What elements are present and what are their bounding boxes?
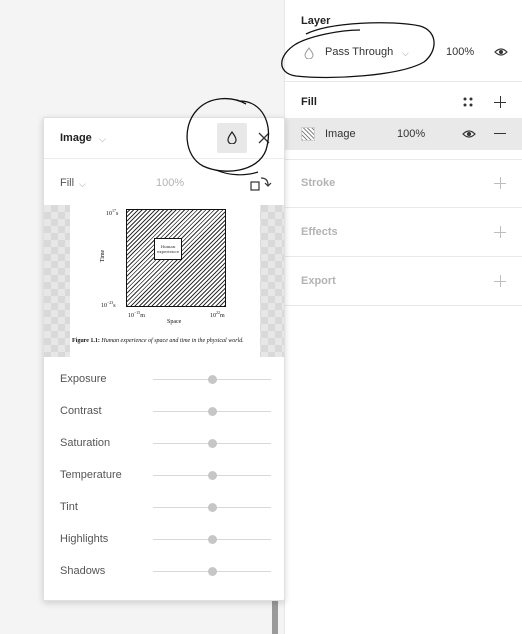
image-type-label: Image — [60, 132, 92, 144]
preview-caption: Figure 1.1: Human experience of space an… — [72, 338, 244, 344]
chevron-down-icon: ⌵ — [99, 134, 106, 144]
divider — [285, 207, 522, 208]
adjustment-label: Highlights — [60, 533, 109, 545]
fill-mode-label: Fill — [60, 177, 75, 189]
adjustment-label: Temperature — [60, 469, 122, 481]
add-fill-plus-icon[interactable] — [494, 96, 506, 108]
adjustment-label: Saturation — [60, 437, 111, 449]
blend-mode-value: Pass Through — [325, 46, 394, 58]
divider — [44, 158, 284, 159]
properties-panel: Layer Pass Through ⌵ 100% Fill Image 100… — [284, 0, 522, 634]
image-preview[interactable]: 1017s 10−23s Time Human experience 10−15… — [44, 205, 284, 357]
preview-y-top: 1017s — [106, 208, 119, 217]
add-export-plus-icon[interactable] — [494, 275, 506, 287]
rotate-icon[interactable] — [250, 176, 272, 192]
divider — [285, 159, 522, 160]
eye-icon[interactable] — [462, 129, 476, 139]
export-section-title: Export — [301, 275, 336, 287]
layer-section-title: Layer — [301, 15, 331, 27]
adjustment-label: Shadows — [60, 565, 106, 577]
slider-knob[interactable] — [207, 471, 217, 480]
preview-inner-label: Human experience — [154, 238, 182, 260]
image-type-dropdown[interactable]: Image ⌵ — [60, 132, 120, 146]
divider — [285, 81, 522, 82]
fill-mode-dropdown[interactable]: Fill ⌵ — [60, 177, 100, 191]
image-fill-popup: Image ⌵ Fill ⌵ 100% 1017s 10−23s Time Hu… — [43, 117, 285, 601]
preview-y-bottom: 10−23s — [101, 300, 116, 309]
effects-section-title: Effects — [301, 226, 338, 238]
add-effect-plus-icon[interactable] — [494, 226, 506, 238]
image-thumbnail-icon[interactable] — [301, 127, 315, 141]
fill-type-label[interactable]: Image — [325, 128, 356, 140]
popup-opacity[interactable]: 100% — [156, 177, 184, 189]
divider — [285, 256, 522, 257]
fill-section-title: Fill — [301, 96, 317, 108]
slider-knob[interactable] — [207, 567, 217, 576]
slider-knob[interactable] — [207, 407, 217, 416]
chevron-down-icon: ⌵ — [402, 48, 409, 58]
adjustment-label: Exposure — [60, 373, 107, 385]
image-filters-button[interactable] — [217, 123, 247, 153]
preview-x-left: 10−15m — [128, 310, 145, 319]
stroke-section-title: Stroke — [301, 177, 336, 189]
preview-x-right: 1022m — [210, 310, 225, 319]
fill-opacity[interactable]: 100% — [397, 128, 425, 140]
blend-mode-dropdown[interactable]: Pass Through ⌵ — [301, 44, 421, 62]
add-stroke-plus-icon[interactable] — [494, 177, 506, 189]
slider-knob[interactable] — [207, 439, 217, 448]
preview-x-axis: Space — [167, 319, 182, 325]
close-icon[interactable] — [258, 132, 270, 144]
drop-icon — [304, 47, 314, 59]
slider-knob[interactable] — [207, 375, 217, 384]
layer-opacity[interactable]: 100% — [446, 46, 474, 58]
preview-y-axis: Time — [100, 249, 107, 263]
preview-hatched-box: Human experience — [126, 209, 226, 307]
adjustment-label: Tint — [60, 501, 78, 513]
drop-icon — [227, 131, 237, 144]
adjustment-label: Contrast — [60, 405, 102, 417]
style-dots-icon[interactable] — [463, 97, 473, 107]
fill-item-row[interactable]: Image 100% — [285, 118, 522, 150]
slider-knob[interactable] — [207, 535, 217, 544]
chevron-down-icon: ⌵ — [79, 179, 86, 189]
minus-icon[interactable] — [494, 133, 506, 134]
eye-icon[interactable] — [494, 47, 508, 57]
divider — [285, 305, 522, 306]
preview-figure: 1017s 10−23s Time Human experience 10−15… — [70, 205, 260, 357]
slider-knob[interactable] — [207, 503, 217, 512]
